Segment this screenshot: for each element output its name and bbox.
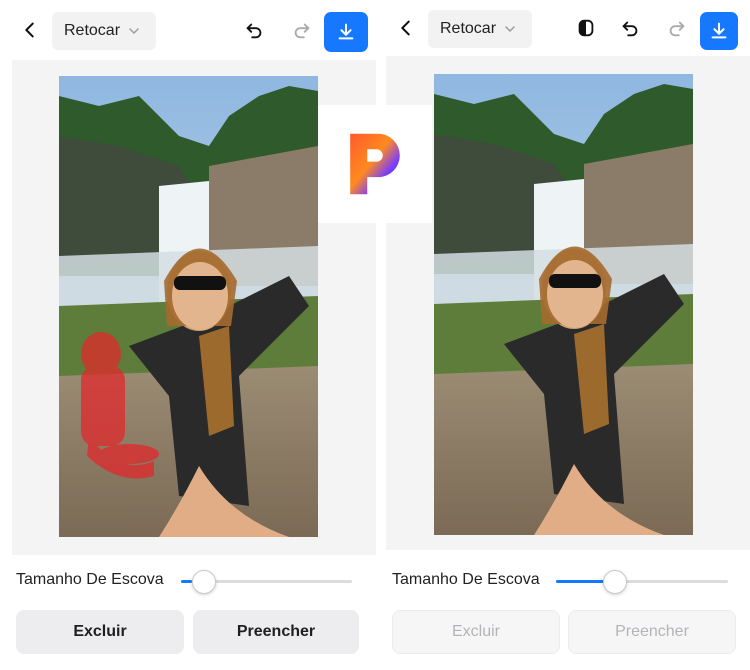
photo-canvas[interactable] <box>59 76 318 537</box>
p-logo-icon <box>350 133 400 195</box>
waterfall-photo <box>434 74 693 535</box>
chevron-left-icon[interactable] <box>390 12 422 44</box>
chevron-down-icon <box>505 26 515 32</box>
exclude-button[interactable]: Excluir <box>392 610 560 654</box>
slider-fill <box>181 580 192 583</box>
brush-size-slider[interactable] <box>556 570 728 594</box>
mode-label: Retocar <box>440 20 497 37</box>
redo-icon[interactable] <box>661 12 693 44</box>
mode-label: Retocar <box>64 22 121 39</box>
undo-icon[interactable] <box>614 12 646 44</box>
download-icon <box>338 23 354 40</box>
p-logo <box>318 105 432 223</box>
chevron-down-icon <box>129 28 139 34</box>
waterfall-photo <box>59 76 318 537</box>
undo-icon[interactable] <box>238 14 270 46</box>
compare-icon[interactable] <box>570 12 602 44</box>
download-icon <box>711 22 727 39</box>
fill-button[interactable]: Preencher <box>193 610 359 654</box>
brush-size-label: Tamanho De Escova <box>16 571 164 588</box>
download-button[interactable] <box>700 12 738 50</box>
slider-fill <box>556 580 607 583</box>
fill-button[interactable]: Preencher <box>568 610 736 654</box>
brush-size-row: Tamanho De Escova <box>16 568 356 594</box>
toolbar: Retocar <box>386 0 750 58</box>
canvas-area <box>386 56 750 550</box>
photo-canvas[interactable] <box>434 74 693 535</box>
brush-size-row: Tamanho De Escova <box>392 568 732 594</box>
slider-thumb[interactable] <box>192 570 216 594</box>
brush-size-label: Tamanho De Escova <box>392 571 540 588</box>
redo-icon[interactable] <box>286 14 318 46</box>
download-button[interactable] <box>324 12 368 52</box>
toolbar: Retocar <box>0 0 368 58</box>
slider-thumb[interactable] <box>603 570 627 594</box>
mode-dropdown[interactable]: Retocar <box>52 12 156 50</box>
mode-dropdown[interactable]: Retocar <box>428 10 532 48</box>
chevron-left-icon[interactable] <box>14 14 46 46</box>
editor-panel-after: Retocar Tamanho De Escova Excluir Preenc… <box>386 0 750 670</box>
exclude-button[interactable]: Excluir <box>16 610 184 654</box>
editor-panel-before: Retocar Tamanho De Escova Excluir Preenc… <box>0 0 376 670</box>
brush-size-slider[interactable] <box>181 570 352 594</box>
